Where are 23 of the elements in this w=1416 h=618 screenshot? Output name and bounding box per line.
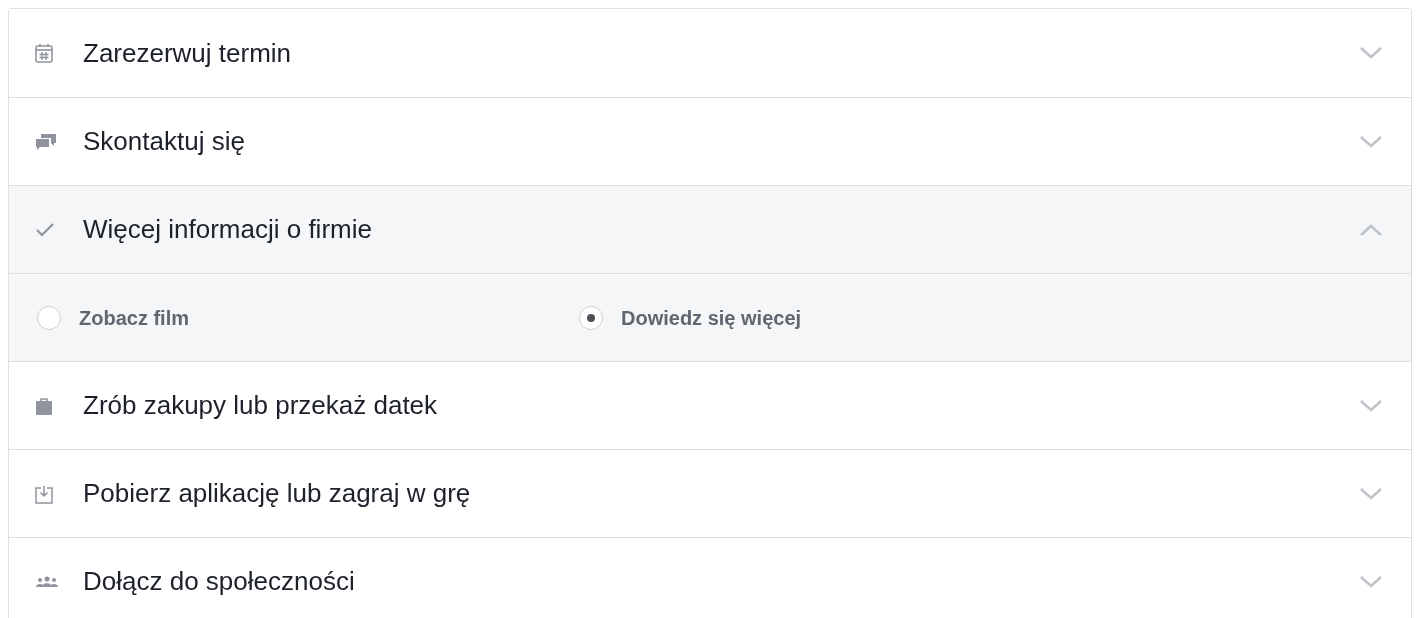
chevron-down-icon [1359, 574, 1383, 589]
accordion-title: Dołącz do społeczności [83, 565, 356, 598]
option-label: Zobacz film [79, 305, 189, 331]
shopping-bag-icon [35, 395, 53, 416]
chat-icon [35, 131, 57, 152]
accordion-title: Zarezerwuj termin [83, 36, 293, 70]
chevron-up-icon [1359, 222, 1383, 237]
check-icon [35, 221, 55, 238]
chevron-down-icon [1359, 46, 1383, 60]
option-label: Dowiedz się więcej [621, 305, 802, 331]
calendar-icon [35, 43, 53, 63]
accordion-title: Pobierz aplikację lub zagraj w grę [83, 477, 472, 510]
download-icon [35, 483, 53, 504]
people-icon [35, 574, 59, 589]
radio-button[interactable] [579, 305, 603, 330]
chevron-down-icon [1359, 134, 1383, 149]
accordion-title: Skontaktuj się [83, 125, 246, 158]
accordion-title: Zrób zakupy lub przekaż datek [83, 389, 439, 422]
chevron-down-icon [1359, 486, 1383, 501]
accordion-title: Więcej informacji o firmie [83, 213, 373, 246]
chevron-down-icon [1359, 398, 1383, 413]
accordion-header[interactable]: Więcej informacji o firmie [9, 185, 1411, 273]
radio-button[interactable] [37, 305, 61, 330]
